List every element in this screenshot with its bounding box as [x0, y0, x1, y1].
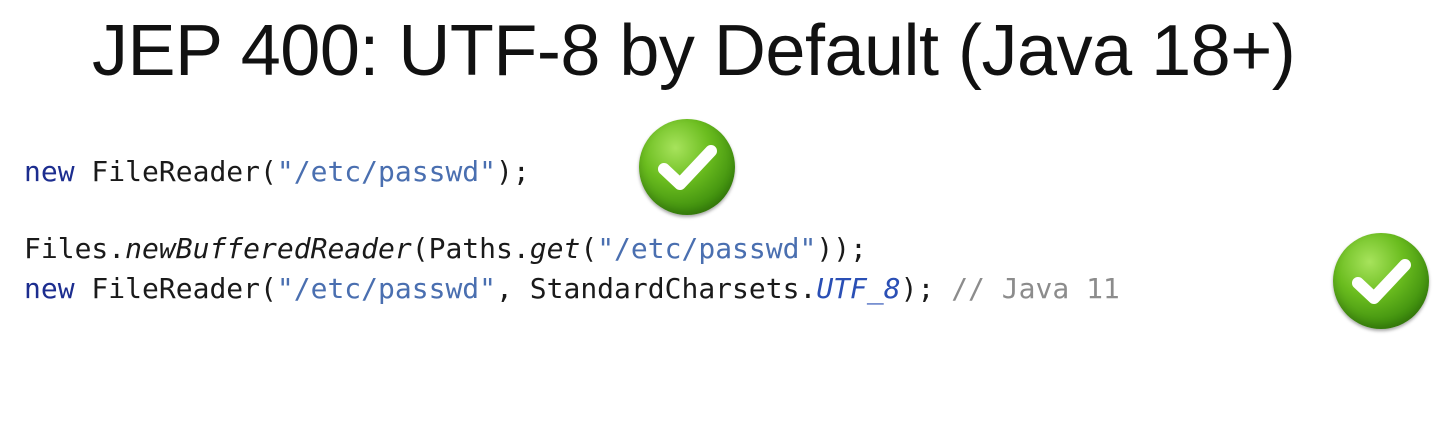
code-string: "/etc/passwd"	[276, 155, 497, 188]
check-circle-icon	[639, 119, 735, 215]
check-circle-icon	[1333, 233, 1429, 329]
code-prefix: Files.	[24, 232, 126, 265]
code-line-buffered-reader: Files.newBufferedReader(Paths.get("/etc/…	[24, 229, 867, 269]
slide-title: JEP 400: UTF-8 by Default (Java 18+)	[92, 11, 1296, 91]
keyword-new: new	[24, 155, 75, 188]
code-line-file-reader: new FileReader("/etc/passwd");	[24, 152, 530, 192]
code-open-paren: (	[580, 232, 598, 265]
keyword-new: new	[24, 272, 75, 305]
code-mid: (Paths.	[411, 232, 530, 265]
code-mid: , StandardCharsets.	[496, 272, 817, 305]
code-method: newBufferedReader	[125, 232, 412, 265]
code-class: FileReader(	[74, 272, 277, 305]
code-get-method: get	[529, 232, 581, 265]
code-comment: // Java 11	[951, 272, 1120, 305]
code-tail: ));	[816, 232, 867, 265]
checkmark-glyph	[658, 145, 717, 190]
checkmark-glyph	[1352, 259, 1411, 304]
code-class: FileReader(	[74, 155, 277, 188]
code-constant: UTF_8	[816, 272, 901, 305]
code-string: "/etc/passwd"	[276, 272, 497, 305]
code-string: "/etc/passwd"	[597, 232, 817, 265]
code-line-file-reader-charset: new FileReader("/etc/passwd", StandardCh…	[24, 269, 1120, 309]
code-tail: );	[900, 272, 952, 305]
code-tail: );	[496, 155, 530, 188]
